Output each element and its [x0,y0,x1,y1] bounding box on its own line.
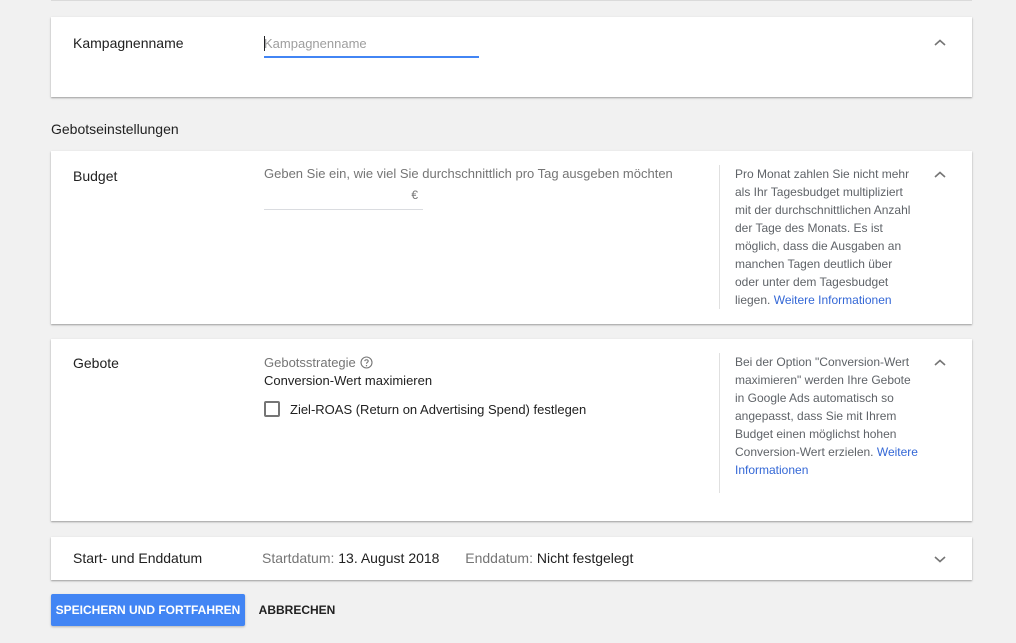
dates-card[interactable]: Start- und Enddatum Startdatum: 13. Augu… [51,537,972,580]
budget-input[interactable]: € [264,186,423,210]
bids-help-panel: Bei der Option "Conversion-Wert maximier… [719,353,919,493]
currency-symbol: € [411,188,418,202]
target-roas-option[interactable]: Ziel-ROAS (Return on Advertising Spend) … [264,401,586,417]
end-date-label: Enddatum: [465,550,533,566]
expand-chevron-down-icon[interactable] [933,554,947,564]
help-circle-icon[interactable] [360,356,373,372]
budget-help-text: Pro Monat zahlen Sie nicht mehr als Ihr … [735,167,911,307]
budget-hint: Geben Sie ein, wie viel Sie durchschnitt… [264,166,673,181]
bids-title: Gebote [73,355,119,371]
section-heading-bidding: Gebotseinstellungen [51,121,179,137]
start-date-label: Startdatum: [262,550,335,566]
collapse-chevron-up-icon[interactable] [933,170,947,180]
bids-card: Gebote Gebotsstrategie Conversion-Wert m… [51,339,972,521]
top-divider [51,0,972,1]
dates-title: Start- und Enddatum [73,550,203,566]
campaign-name-title: Kampagnenname [73,35,184,51]
start-date-value: 13. August 2018 [338,550,440,566]
budget-title: Budget [73,168,118,184]
collapse-chevron-up-icon[interactable] [933,358,947,368]
end-date-value: Nicht festgelegt [536,550,634,566]
bid-strategy-label: Gebotsstrategie [264,355,373,372]
bids-help-text: Bei der Option "Conversion-Wert maximier… [735,355,911,459]
campaign-name-card: Kampagnenname [51,17,972,97]
target-roas-checkbox[interactable] [264,401,280,417]
save-and-continue-button[interactable]: SPEICHERN UND FORTFAHREN [51,594,245,626]
campaign-name-input[interactable] [264,34,479,58]
collapse-chevron-up-icon[interactable] [933,38,947,48]
budget-card: Budget Geben Sie ein, wie viel Sie durch… [51,151,972,324]
bid-strategy-value: Conversion-Wert maximieren [264,373,433,388]
text-caret [264,36,265,51]
cancel-button[interactable]: ABBRECHEN [252,594,342,626]
budget-help-panel: Pro Monat zahlen Sie nicht mehr als Ihr … [719,165,919,309]
bid-strategy-label-text: Gebotsstrategie [264,355,356,370]
dates-summary: Startdatum: 13. August 2018 Enddatum: Ni… [262,550,633,566]
budget-more-info-link[interactable]: Weitere Informationen [774,293,892,307]
target-roas-label[interactable]: Ziel-ROAS (Return on Advertising Spend) … [290,402,586,417]
